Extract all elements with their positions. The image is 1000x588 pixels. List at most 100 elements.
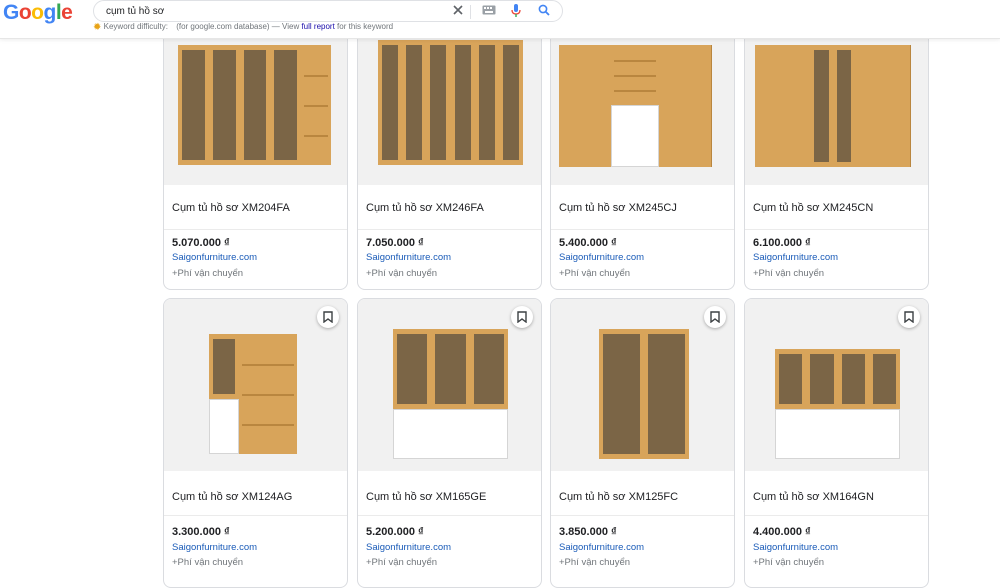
product-title[interactable]: Cụm tủ hồ sơ XM204FA: [172, 202, 290, 214]
shelf-board: [304, 135, 328, 137]
shelf-board: [304, 75, 328, 77]
product-card[interactable]: Cụm tủ hồ sơ XM124AG 3.300.000 ₫ Saigonfur…: [163, 298, 348, 588]
product-card[interactable]: Cụm tủ hồ sơ XM245CJ 5.400.000 ₫ Saigonfur…: [550, 0, 735, 290]
bookmark-icon: [517, 311, 527, 323]
product-title[interactable]: Cụm tủ hồ sơ XM164GN: [753, 491, 874, 503]
product-price: 5.400.000 ₫: [559, 237, 617, 249]
product-card[interactable]: Cụm tủ hồ sơ XM246FA 7.050.000 ₫ Saigonfur…: [357, 0, 542, 290]
merchant-link[interactable]: Saigonfurniture.com: [172, 252, 257, 263]
product-price: 3.850.000 ₫: [559, 526, 617, 538]
product-card[interactable]: Cụm tủ hồ sơ XM164GN 4.400.000 ₫ Saigonfur…: [744, 298, 929, 588]
bookmark-icon: [904, 311, 914, 323]
divider: [164, 515, 347, 516]
search-input[interactable]: [106, 3, 426, 19]
glass-panel: [779, 354, 803, 404]
shipping-note: +Phí vận chuyển: [172, 268, 244, 279]
glass-panel: [243, 50, 267, 160]
glass-panel: [430, 45, 447, 160]
save-button[interactable]: [511, 306, 533, 328]
merchant-link[interactable]: Saigonfurniture.com: [753, 252, 838, 263]
divider: [745, 515, 928, 516]
product-card[interactable]: Cụm tủ hồ sơ XM204FA 5.070.000 ₫ Saigonfur…: [163, 0, 348, 290]
shelf-board: [614, 75, 656, 77]
microphone-icon[interactable]: [509, 4, 523, 18]
shelf-board: [614, 90, 656, 92]
merchant-link[interactable]: Saigonfurniture.com: [172, 542, 257, 553]
google-logo[interactable]: Google: [3, 1, 73, 25]
product-title[interactable]: Cụm tủ hồ sơ XM165GE: [366, 491, 486, 503]
cabinet-door: [855, 45, 911, 167]
divider: [745, 229, 928, 230]
cabinet-shelf: [239, 334, 297, 454]
search-header: Google ✹ Keyword difficulty: (for google…: [0, 0, 1000, 39]
search-divider: [470, 5, 471, 19]
merchant-link[interactable]: Saigonfurniture.com: [366, 252, 451, 263]
glass-panel: [648, 334, 685, 454]
cabinet-white-door: [209, 399, 239, 454]
shipping-note: +Phí vận chuyển: [559, 557, 631, 568]
product-title[interactable]: Cụm tủ hồ sơ XM245CJ: [559, 202, 677, 214]
divider: [551, 229, 734, 230]
shipping-note: +Phí vận chuyển: [366, 557, 438, 568]
shelf-board: [242, 364, 294, 366]
cabinet-white-door: [775, 409, 900, 459]
product-title[interactable]: Cụm tủ hồ sơ XM245CN: [753, 202, 873, 214]
cabinet-glass-doors: [209, 334, 239, 399]
product-title[interactable]: Cụm tủ hồ sơ XM246FA: [366, 202, 484, 214]
save-button[interactable]: [317, 306, 339, 328]
cabinet-white-door: [611, 105, 659, 167]
glass-panel: [274, 50, 297, 160]
glass-panel: [836, 50, 851, 162]
glass-panel: [841, 354, 865, 404]
cabinet-glass-doors: [775, 349, 900, 409]
product-title[interactable]: Cụm tủ hồ sơ XM125FC: [559, 491, 678, 503]
merchant-link[interactable]: Saigonfurniture.com: [559, 542, 644, 553]
glass-panel: [212, 50, 236, 160]
product-card[interactable]: Cụm tủ hồ sơ XM245CN 6.100.000 ₫ Saigonfur…: [744, 0, 929, 290]
product-price: 5.200.000 ₫: [366, 526, 424, 538]
glass-panel: [473, 334, 504, 404]
keyboard-icon[interactable]: [482, 4, 496, 18]
merchant-link[interactable]: Saigonfurniture.com: [366, 542, 451, 553]
divider: [358, 229, 541, 230]
close-icon[interactable]: [451, 4, 465, 18]
divider: [358, 515, 541, 516]
glass-panel: [182, 50, 205, 160]
divider: [164, 229, 347, 230]
product-price: 4.400.000 ₫: [753, 526, 811, 538]
shipping-note: +Phí vận chuyển: [753, 557, 825, 568]
glass-panel: [814, 50, 829, 162]
cabinet-shelf: [301, 45, 331, 165]
shipping-note: +Phí vận chuyển: [172, 557, 244, 568]
glass-panel: [872, 354, 896, 404]
cabinet-glass-doors: [378, 40, 523, 165]
cabinet-glass-doors: [393, 329, 508, 409]
merchant-link[interactable]: Saigonfurniture.com: [753, 542, 838, 553]
cabinet-glass-doors: [178, 45, 301, 165]
shelf-board: [242, 394, 294, 396]
bookmark-icon: [323, 311, 333, 323]
divider: [551, 515, 734, 516]
search-icon[interactable]: [537, 4, 551, 18]
search-box: [93, 0, 563, 22]
product-price: 6.100.000 ₫: [753, 237, 811, 249]
cabinet-shelf: [611, 45, 659, 105]
product-card[interactable]: Cụm tủ hồ sơ XM125FC 3.850.000 ₫ Saigonfur…: [550, 298, 735, 588]
cabinet-glass-doors: [810, 45, 855, 167]
bookmark-icon: [710, 311, 720, 323]
glass-panel: [454, 45, 471, 160]
full-report-link[interactable]: full report: [301, 22, 334, 31]
cabinet-glass-doors: [599, 329, 689, 459]
product-title[interactable]: Cụm tủ hồ sơ XM124AG: [172, 491, 292, 503]
save-button[interactable]: [898, 306, 920, 328]
sun-icon: ✹: [93, 22, 102, 33]
product-card[interactable]: Cụm tủ hồ sơ XM165GE 5.200.000 ₫ Saigonfur…: [357, 298, 542, 588]
shipping-note: +Phí vận chuyển: [366, 268, 438, 279]
merchant-link[interactable]: Saigonfurniture.com: [559, 252, 644, 263]
shelf-board: [304, 105, 328, 107]
cabinet-door: [559, 45, 612, 167]
cabinet-white-door: [393, 409, 508, 459]
product-price: 5.070.000 ₫: [172, 237, 230, 249]
shelf-board: [614, 60, 656, 62]
save-button[interactable]: [704, 306, 726, 328]
